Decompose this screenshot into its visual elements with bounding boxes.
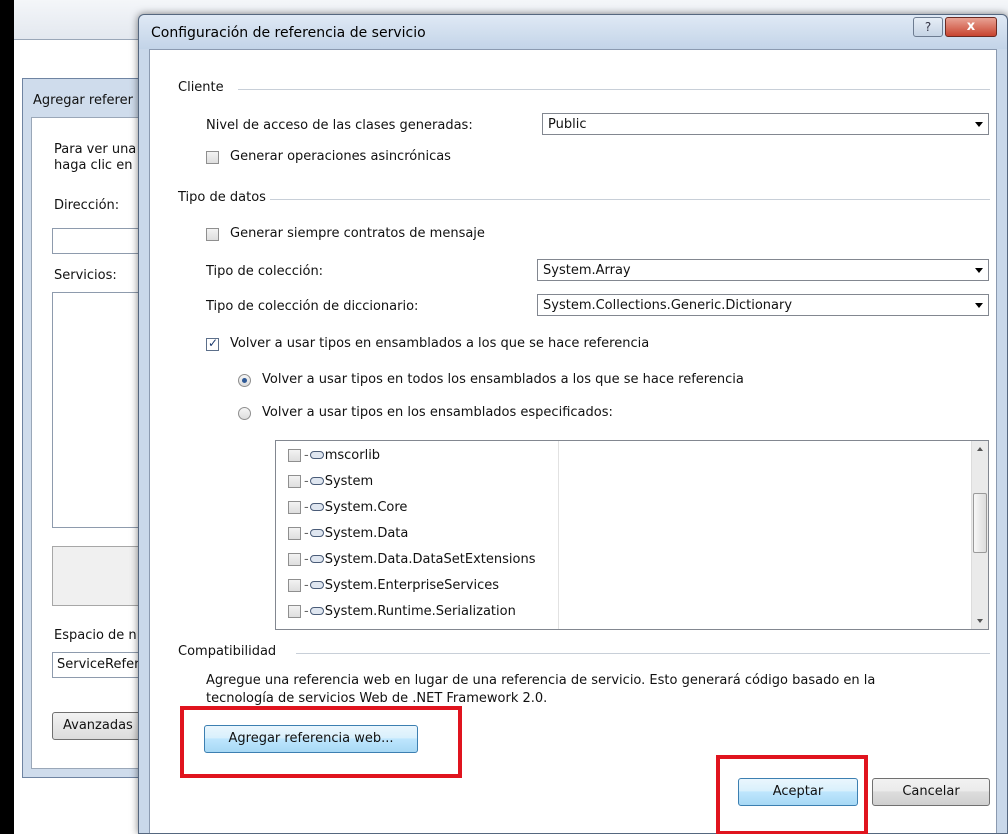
- list-item[interactable]: - System.Data: [288, 523, 408, 543]
- access-level-select[interactable]: Public: [542, 113, 989, 135]
- highlight-box-add-web-reference: [180, 706, 462, 778]
- reference-icon: [309, 451, 324, 459]
- chevron-down-icon: [970, 260, 988, 280]
- reference-icon: [309, 555, 324, 563]
- compat-group-divider: [296, 653, 990, 654]
- background-dialog-title: Agregar referer: [33, 93, 133, 108]
- instructions-line-2: haga clic en: [54, 158, 133, 173]
- tree-connector: -: [304, 473, 309, 489]
- dictionary-type-select[interactable]: System.Collections.Generic.Dictionary: [537, 294, 989, 316]
- assembly-name: System.Core: [324, 499, 408, 515]
- scroll-thumb[interactable]: [973, 493, 987, 553]
- address-label: Dirección:: [54, 198, 120, 213]
- assembly-name: System: [324, 473, 374, 489]
- list-item[interactable]: - System: [288, 471, 373, 491]
- collection-type-value: System.Array: [543, 263, 631, 278]
- assembly-name: System.Runtime.Serialization: [324, 603, 516, 619]
- tree-connector: -: [304, 603, 309, 619]
- assemblies-scrollbar[interactable]: [971, 441, 988, 629]
- message-contracts-label: Generar siempre contratos de mensaje: [230, 226, 485, 241]
- reference-icon: [309, 503, 324, 511]
- services-label: Servicios:: [54, 268, 117, 283]
- scroll-down-icon[interactable]: [972, 612, 989, 629]
- compat-description-line-1: Agregue una referencia web en lugar de u…: [206, 673, 876, 688]
- close-icon[interactable]: x: [945, 17, 997, 37]
- dictionary-type-value: System.Collections.Generic.Dictionary: [543, 298, 793, 313]
- tree-connector: -: [304, 551, 309, 567]
- list-item[interactable]: - System.EnterpriseServices: [288, 575, 499, 595]
- reuse-types-label: Volver a usar tipos en ensamblados a los…: [230, 336, 650, 351]
- scroll-up-icon[interactable]: [972, 441, 989, 458]
- assembly-checkbox[interactable]: [288, 448, 301, 462]
- collection-type-select[interactable]: System.Array: [537, 259, 989, 281]
- service-reference-settings-dialog: Configuración de referencia de servicio …: [138, 14, 1008, 834]
- client-group-legend: Cliente: [178, 80, 224, 95]
- dictionary-type-label: Tipo de colección de diccionario:: [206, 299, 419, 314]
- async-operations-checkbox[interactable]: [206, 151, 219, 164]
- assembly-name: mscorlib: [324, 447, 381, 463]
- dialog-client-area: Cliente Nivel de acceso de las clases ge…: [149, 49, 997, 834]
- help-icon[interactable]: ?: [913, 17, 943, 37]
- data-type-group-divider: [270, 199, 990, 200]
- assemblies-list[interactable]: - mscorlib - System - System.Core - System.D…: [275, 440, 989, 630]
- assembly-checkbox[interactable]: [288, 500, 301, 514]
- instructions-line-1: Para ver una: [54, 142, 137, 157]
- compat-description-line-2: tecnología de servicios Web de .NET Fram…: [206, 691, 548, 706]
- assembly-name: System.Data.DataSetExtensions: [324, 551, 536, 567]
- assembly-checkbox[interactable]: [288, 526, 301, 540]
- message-contracts-checkbox[interactable]: [206, 228, 219, 241]
- async-operations-label: Generar operaciones asincrónicas: [230, 149, 451, 164]
- reuse-all-radio[interactable]: [238, 374, 251, 387]
- reference-icon: [309, 477, 324, 485]
- reuse-types-checkbox[interactable]: [206, 336, 219, 351]
- data-type-group-legend: Tipo de datos: [178, 190, 266, 205]
- list-item[interactable]: - System.Runtime.Serialization: [288, 601, 516, 621]
- assembly-checkbox[interactable]: [288, 578, 301, 592]
- chevron-down-icon: [970, 295, 988, 315]
- dialog-title: Configuración de referencia de servicio: [151, 25, 426, 41]
- tree-connector: -: [304, 577, 309, 593]
- namespace-label: Espacio de n: [54, 628, 137, 643]
- reuse-specified-radio[interactable]: [238, 407, 251, 420]
- highlight-box-ok: [716, 755, 868, 834]
- reuse-specified-label: Volver a usar tipos en los ensamblados e…: [262, 405, 613, 420]
- cancel-button[interactable]: Cancelar: [872, 778, 990, 806]
- dialog-title-bar: Configuración de referencia de servicio …: [139, 15, 1007, 49]
- assembly-checkbox[interactable]: [288, 474, 301, 488]
- tree-connector: -: [304, 447, 309, 463]
- collection-type-label: Tipo de colección:: [206, 264, 324, 279]
- assembly-checkbox[interactable]: [288, 604, 301, 618]
- reference-icon: [309, 581, 324, 589]
- tree-connector: -: [304, 525, 309, 541]
- reuse-all-label: Volver a usar tipos en todos los ensambl…: [262, 372, 744, 387]
- assembly-checkbox[interactable]: [288, 552, 301, 566]
- access-level-label: Nivel de acceso de las clases generadas:: [206, 118, 473, 133]
- compat-group-legend: Compatibilidad: [178, 644, 277, 659]
- assembly-name: System.EnterpriseServices: [324, 577, 500, 593]
- list-item[interactable]: - System.Core: [288, 497, 407, 517]
- reference-icon: [309, 529, 324, 537]
- chevron-down-icon: [970, 114, 988, 134]
- tree-connector: -: [304, 499, 309, 515]
- assembly-name: System.Data: [324, 525, 409, 541]
- access-level-value: Public: [548, 117, 587, 132]
- list-item[interactable]: - mscorlib: [288, 445, 380, 465]
- namespace-value: ServiceRefer: [57, 657, 140, 672]
- list-item[interactable]: - System.Data.DataSetExtensions: [288, 549, 535, 569]
- client-group-divider: [238, 89, 990, 90]
- reference-icon: [309, 607, 324, 615]
